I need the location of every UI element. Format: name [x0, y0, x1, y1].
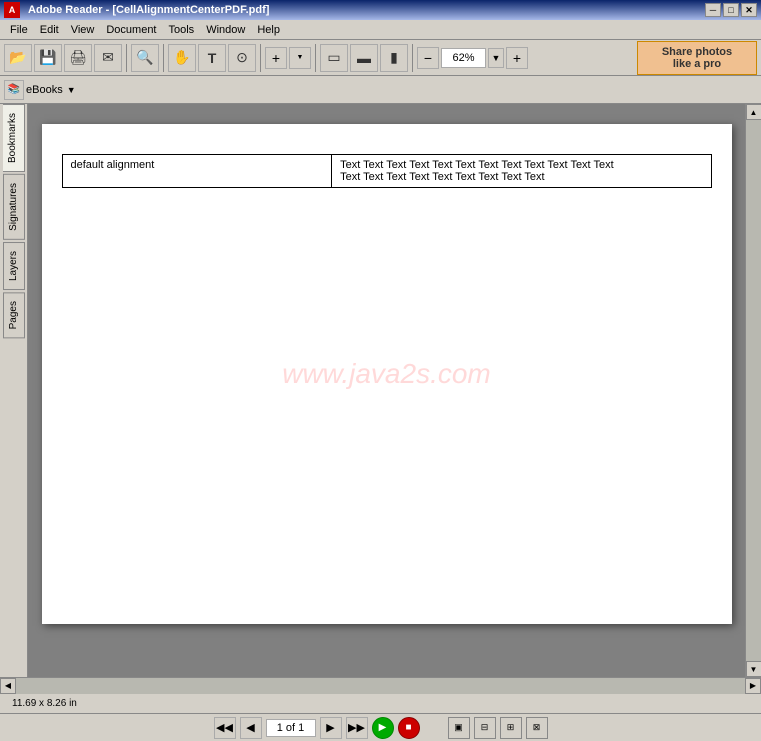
layers-tab[interactable]: Layers — [3, 242, 25, 290]
nav-stop-btn[interactable]: ■ — [398, 717, 420, 739]
share-photos-line1: Share photos — [646, 46, 748, 58]
select-text-btn[interactable]: T — [198, 44, 226, 72]
table-row: default alignment Text Text Text Text Te… — [62, 155, 711, 188]
snapshot-btn[interactable]: ⊙ — [228, 44, 256, 72]
minimize-button[interactable]: ─ — [705, 3, 721, 17]
toolbar2: 📚 eBooks ▼ — [0, 76, 761, 104]
pages-tab[interactable]: Pages — [3, 292, 25, 338]
zoom-input[interactable] — [441, 48, 486, 68]
scroll-right-arrow[interactable]: ▶ — [745, 678, 761, 694]
menubar: FileEditViewDocumentToolsWindowHelp — [0, 20, 761, 40]
h-scroll-track[interactable] — [16, 678, 745, 694]
toolbar-separator-4 — [315, 44, 316, 72]
toolbar-separator-1 — [126, 44, 127, 72]
nav-continuous-btn[interactable]: ⊟ — [474, 717, 496, 739]
titlebar-controls: ─ □ ✕ — [705, 3, 757, 17]
watermark: www.java2s.com — [282, 358, 491, 390]
menu-item-help[interactable]: Help — [251, 22, 286, 38]
nav-next-btn[interactable]: ▶ — [320, 717, 342, 739]
statusbar: 11.69 x 8.26 in — [0, 693, 761, 713]
fit-page-btn[interactable]: ▭ — [320, 44, 348, 72]
page-size-label: 11.69 x 8.26 in — [12, 698, 77, 709]
share-photos-line2: like a pro — [646, 58, 748, 70]
right-scrollbar: ▲ ▼ — [745, 104, 761, 677]
bookmarks-tab[interactable]: Bookmarks — [3, 104, 25, 172]
close-button[interactable]: ✕ — [741, 3, 757, 17]
fit-height-btn[interactable]: ▮ — [380, 44, 408, 72]
pdf-viewer[interactable]: default alignment Text Text Text Text Te… — [28, 104, 745, 677]
share-photos-banner[interactable]: Share photos like a pro — [637, 41, 757, 75]
nav-cont-facing-btn[interactable]: ⊠ — [526, 717, 548, 739]
ebooks-dropdown-icon[interactable]: ▼ — [67, 85, 76, 95]
print-btn[interactable]: 🖨 — [64, 44, 92, 72]
nav-page-input[interactable] — [266, 719, 316, 737]
nav-single-page-btn[interactable]: ▣ — [448, 717, 470, 739]
zoom-in-btn[interactable]: + — [265, 47, 287, 69]
search-btn[interactable]: 🔍 — [131, 44, 159, 72]
save-btn[interactable]: 💾 — [34, 44, 62, 72]
fit-width-btn[interactable]: ▬ — [350, 44, 378, 72]
menu-item-window[interactable]: Window — [200, 22, 251, 38]
adobe-logo-text: A — [9, 5, 16, 15]
titlebar: A Adobe Reader - [CellAlignmentCenterPDF… — [0, 0, 761, 20]
bottom-scrollbar: ◀ ▶ — [0, 677, 761, 693]
left-panel: Bookmarks Signatures Layers Pages — [0, 104, 28, 677]
nav-last-btn[interactable]: ▶▶ — [346, 717, 368, 739]
navbar: ◀◀ ◀ ▶ ▶▶ ▶ ■ ▣ ⊟ ⊞ ⊠ — [0, 713, 761, 741]
scroll-up-arrow[interactable]: ▲ — [746, 104, 761, 120]
toolbar-separator-2 — [163, 44, 164, 72]
menu-item-edit[interactable]: Edit — [34, 22, 65, 38]
maximize-button[interactable]: □ — [723, 3, 739, 17]
nav-first-btn[interactable]: ◀◀ — [214, 717, 236, 739]
scroll-left-arrow[interactable]: ◀ — [0, 678, 16, 694]
menu-item-view[interactable]: View — [65, 22, 101, 38]
email-btn[interactable]: ✉ — [94, 44, 122, 72]
zoom-minus-btn[interactable]: − — [417, 47, 439, 69]
zoom-input-area: − ▼ + — [417, 47, 528, 69]
zoom-combo-arrow[interactable]: ▼ — [289, 47, 311, 69]
table-cell-label: default alignment — [62, 155, 332, 188]
titlebar-left: A Adobe Reader - [CellAlignmentCenterPDF… — [4, 2, 269, 18]
scroll-down-arrow[interactable]: ▼ — [746, 661, 761, 677]
pdf-content-table: default alignment Text Text Text Text Te… — [62, 154, 712, 188]
pdf-page: default alignment Text Text Text Text Te… — [42, 124, 732, 624]
zoom-dropdown-btn[interactable]: ▼ — [488, 48, 504, 68]
nav-facing-btn[interactable]: ⊞ — [500, 717, 522, 739]
ebooks-icon-btn[interactable]: 📚 — [4, 80, 24, 100]
menu-item-tools[interactable]: Tools — [163, 22, 201, 38]
open-folder-btn[interactable]: 📂 — [4, 44, 32, 72]
table-cell-content: Text Text Text Text Text Text Text Text … — [332, 155, 711, 188]
toolbar1: 📂 💾 🖨 ✉ 🔍 ✋ T ⊙ + ▼ ▭ ▬ ▮ − ▼ + Share ph… — [0, 40, 761, 76]
zoom-plus-btn[interactable]: + — [506, 47, 528, 69]
toolbar-separator-3 — [260, 44, 261, 72]
hand-btn[interactable]: ✋ — [168, 44, 196, 72]
ebooks-label: eBooks — [26, 84, 63, 96]
nav-play-btn[interactable]: ▶ — [372, 717, 394, 739]
menu-item-file[interactable]: File — [4, 22, 34, 38]
titlebar-title: Adobe Reader - [CellAlignmentCenterPDF.p… — [28, 4, 269, 16]
adobe-logo: A — [4, 2, 20, 18]
toolbar-separator-5 — [412, 44, 413, 72]
nav-prev-btn[interactable]: ◀ — [240, 717, 262, 739]
zoom-area: + ▼ — [265, 47, 311, 69]
menu-item-document[interactable]: Document — [100, 22, 162, 38]
signatures-tab[interactable]: Signatures — [3, 174, 25, 240]
main-area: Bookmarks Signatures Layers Pages defaul… — [0, 104, 761, 677]
scroll-track[interactable] — [746, 120, 761, 661]
